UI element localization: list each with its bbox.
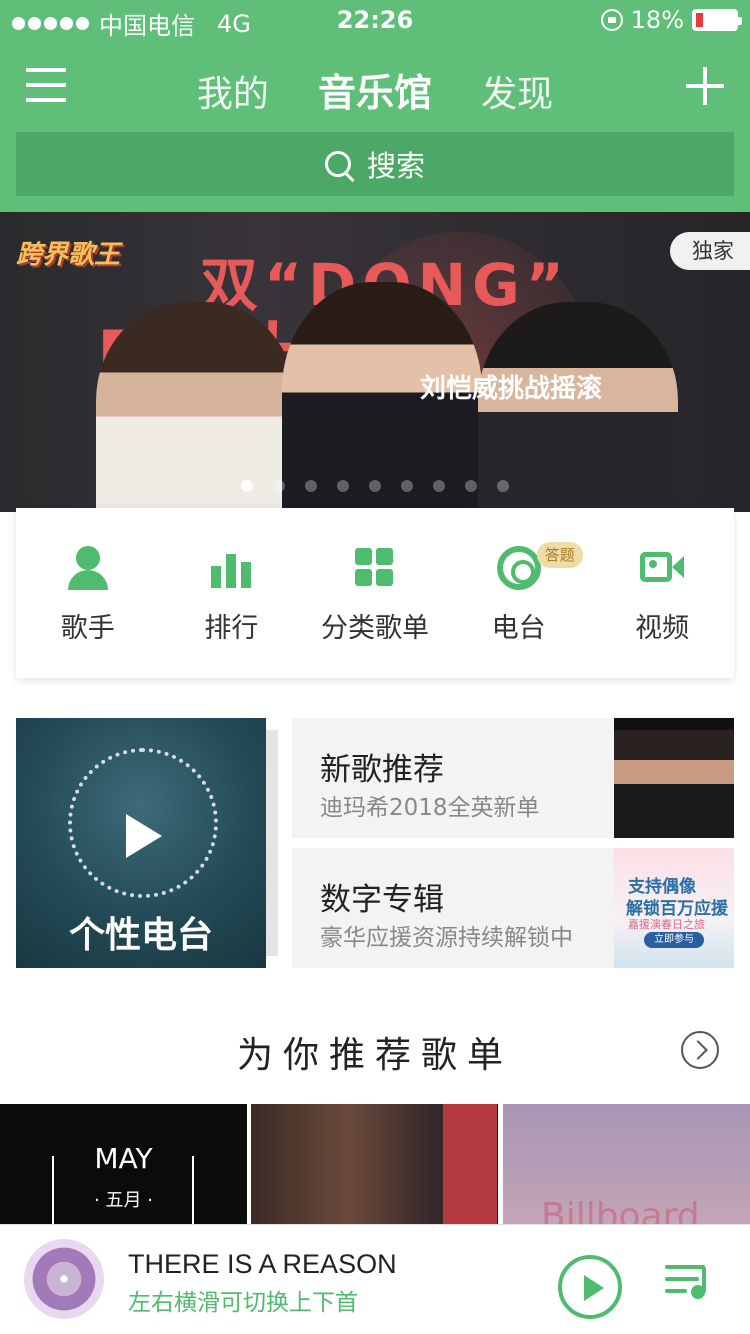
new-songs-card[interactable]: 新歌推荐 迪玛希2018全英新单 — [292, 718, 734, 838]
carousel-indicator — [0, 477, 750, 496]
neon-sign-graphic — [443, 1104, 497, 1234]
battery-level — [696, 13, 703, 27]
status-bar: 中国电信 4G 22:26 18% — [0, 0, 750, 40]
category-label: 排行 — [204, 613, 259, 644]
swipe-hint: 左右横滑可切换上下首 — [128, 1290, 358, 1316]
search-bar[interactable]: 搜索 — [16, 132, 734, 196]
carousel-dot — [401, 480, 413, 492]
category-label: 电台 — [491, 613, 546, 644]
category-nav: 歌手 排行 分类歌单 答题 电台 视频 — [16, 508, 734, 678]
rotation-lock-icon — [600, 9, 623, 31]
battery-icon — [692, 9, 742, 31]
carousel-dot — [273, 480, 285, 492]
carousel-dot — [497, 480, 509, 492]
grid-icon — [353, 546, 397, 590]
category-video[interactable]: 视频 — [590, 508, 734, 678]
playlist-card[interactable]: MAY · 五月 · — [0, 1104, 247, 1234]
tab-mine[interactable]: 我的 — [197, 65, 269, 117]
digital-album-thumbnail: 支持偶像 解锁百万应援 嘉援演春日之旅 立即参与 — [614, 848, 734, 968]
exclusive-badge: 独家 — [670, 232, 750, 270]
category-playlists[interactable]: 分类歌单 — [303, 508, 447, 678]
category-radio[interactable]: 答题 电台 — [447, 508, 591, 678]
digital-album-card[interactable]: 数字专辑 豪华应援资源持续解锁中 支持偶像 解锁百万应援 嘉援演春日之旅 立即参… — [292, 848, 734, 968]
search-icon — [324, 151, 351, 177]
playlist-queue-icon[interactable] — [665, 1263, 711, 1303]
personal-radio-title: 个性电台 — [68, 915, 213, 956]
main-tabs: 我的 音乐馆 发现 — [0, 62, 750, 117]
album-art-disc[interactable] — [24, 1239, 104, 1319]
top-header: 我的 音乐馆 发现 搜索 — [0, 40, 750, 212]
chevron-right-icon[interactable] — [681, 1031, 719, 1069]
category-singers[interactable]: 歌手 — [16, 508, 160, 678]
category-label: 视频 — [635, 613, 690, 644]
card-subtitle: 豪华应援资源持续解锁中 — [320, 925, 573, 951]
quiz-badge: 答题 — [536, 542, 583, 568]
play-button[interactable] — [558, 1255, 622, 1319]
card-subtitle: 迪玛希2018全英新单 — [320, 795, 540, 821]
battery-percent: 18% — [630, 6, 684, 34]
banner-subline: 刘恺威挑战摇滚 — [420, 374, 603, 404]
carousel-dot — [369, 480, 381, 492]
qq-music-home: 中国电信 4G 22:26 18% 我的 音乐馆 发现 搜索 跨界歌王 双“DO… — [0, 0, 750, 1334]
category-charts[interactable]: 排行 — [160, 508, 304, 678]
playlist-card[interactable]: Billboard — [503, 1104, 750, 1234]
carousel-dot — [305, 480, 317, 492]
radio-icon — [496, 546, 541, 590]
carousel-dot — [433, 480, 445, 492]
category-label: 歌手 — [60, 613, 115, 644]
card-title: 新歌推荐 — [320, 752, 444, 788]
playlist-card[interactable] — [251, 1104, 498, 1234]
add-icon[interactable] — [686, 67, 724, 105]
tab-discover[interactable]: 发现 — [481, 65, 553, 117]
search-placeholder: 搜索 — [366, 149, 425, 183]
personal-radio-card[interactable]: 个性电台 — [16, 718, 266, 968]
carousel-dot — [465, 480, 477, 492]
video-icon — [640, 546, 685, 590]
new-songs-thumbnail — [614, 718, 734, 838]
chart-bars-icon — [209, 546, 253, 590]
show-logo: 跨界歌王 — [16, 240, 121, 270]
card-title: 数字专辑 — [320, 882, 444, 918]
song-title[interactable]: THERE IS A REASON — [128, 1249, 397, 1280]
play-icon — [126, 814, 162, 858]
mini-player: THERE IS A REASON 左右横滑可切换上下首 — [0, 1224, 750, 1334]
category-label: 分类歌单 — [320, 613, 429, 644]
carousel-dot — [241, 480, 253, 492]
promo-banner[interactable]: 跨界歌王 双“DONG” PK大战 刘恺威挑战摇滚 独家 — [0, 212, 750, 512]
tab-music-hall[interactable]: 音乐馆 — [318, 62, 432, 117]
singer-icon — [66, 546, 110, 590]
recommend-section-title: 为你推荐歌单 — [236, 1035, 513, 1076]
carousel-dot — [337, 480, 349, 492]
